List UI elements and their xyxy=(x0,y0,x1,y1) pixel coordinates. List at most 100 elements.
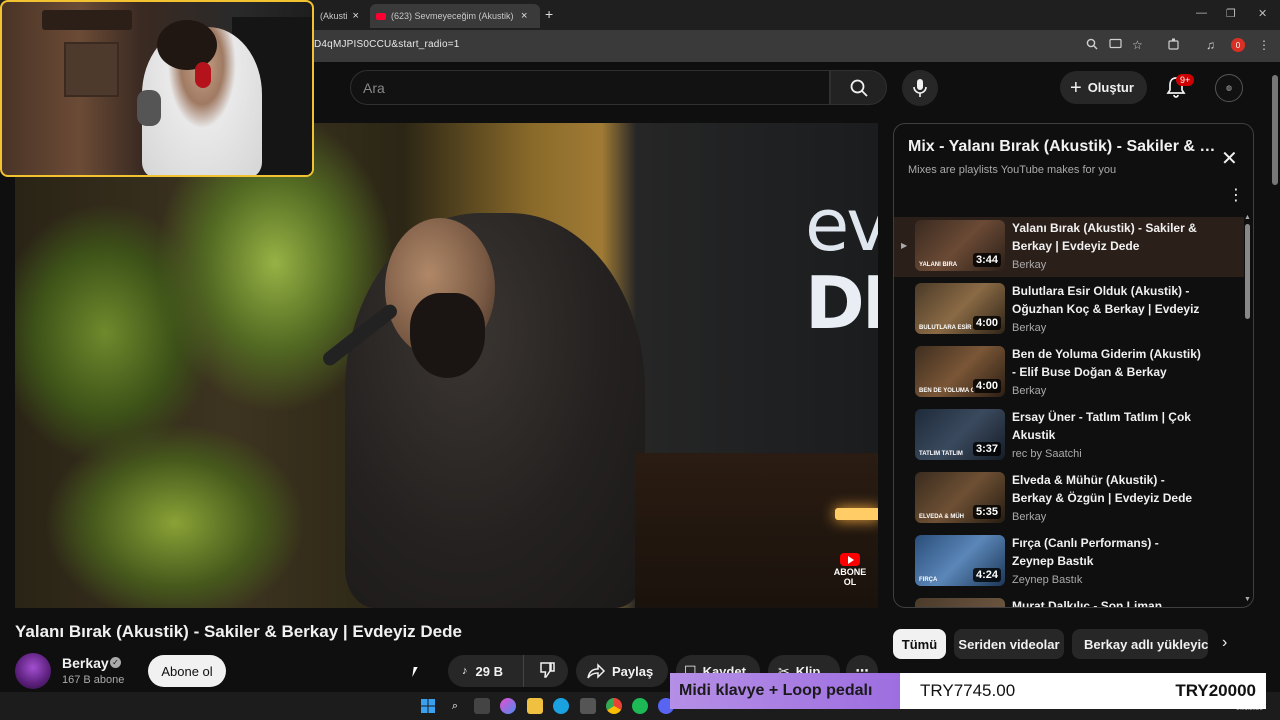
video-plant xyxy=(45,423,305,608)
chevron-right-icon[interactable]: › xyxy=(1222,634,1227,652)
video-thumbnail[interactable]: TATLIM TATLIM 3:37 xyxy=(915,409,1005,460)
store-icon[interactable] xyxy=(580,698,596,714)
cast-icon[interactable] xyxy=(1109,38,1122,53)
playlist-title[interactable]: Mix - Yalanı Bırak (Akustik) - Sakiler &… xyxy=(908,138,1218,156)
youtube-play-icon xyxy=(840,553,860,566)
webcam-streamer-hair xyxy=(157,20,217,70)
copilot-icon[interactable] xyxy=(500,698,516,714)
playlist-item-channel: rec by Saatchi xyxy=(1012,448,1082,460)
browser-tab-active[interactable]: (623) Sevmeyeceğim (Akustik) - Be × xyxy=(370,4,540,28)
tab-title: (Akusti xyxy=(320,11,348,21)
chip-all[interactable]: Tümü xyxy=(893,629,946,659)
webcam-wall-frame xyxy=(64,42,119,97)
video-thumbnail[interactable]: YALANI BIRA 3:44 xyxy=(915,220,1005,271)
playlist-item-channel: Berkay xyxy=(1012,322,1047,334)
video-title: Yalanı Bırak (Akustik) - Sakiler & Berka… xyxy=(15,622,462,641)
account-avatar[interactable]: ◍ xyxy=(1215,74,1243,102)
browser-menu-icon[interactable]: ⋮ xyxy=(1258,38,1270,52)
playlist-item[interactable]: BEN DE YOLUMA G 4:00 Ben de Yoluma Gider… xyxy=(894,343,1244,403)
close-icon[interactable]: ✕ xyxy=(1221,146,1238,171)
close-tab-icon[interactable]: × xyxy=(353,10,359,22)
subscribe-button[interactable]: Abone ol xyxy=(148,655,226,687)
chip-series[interactable]: Seriden videolar xyxy=(954,629,1064,659)
windows-start-icon[interactable] xyxy=(420,698,436,714)
channel-avatar[interactable] xyxy=(15,653,51,689)
page-scrollbar-thumb[interactable] xyxy=(1272,75,1278,185)
video-thumbnail[interactable]: BEN DE YOLUMA G 4:00 xyxy=(915,346,1005,397)
playlist-item[interactable]: ▶ YALANI BIRA 3:44 Yalanı Bırak (Akustik… xyxy=(894,217,1244,277)
close-window-icon[interactable]: ✕ xyxy=(1258,7,1267,20)
playlist-subtitle: Mixes are playlists YouTube makes for yo… xyxy=(908,164,1117,176)
like-icon: ♪ xyxy=(462,665,468,677)
donation-goal-label: Midi klavye + Loop pedalı xyxy=(670,673,900,709)
voice-search-button[interactable] xyxy=(902,70,938,106)
zoom-icon[interactable] xyxy=(1086,38,1098,53)
playlist-item-title: Yalanı Bırak (Akustik) - Sakiler & Berka… xyxy=(1012,221,1197,253)
chip-uploader[interactable]: Berkay adlı yükleyiciden xyxy=(1072,629,1208,659)
minimize-icon[interactable]: — xyxy=(1196,7,1207,19)
mouse-cursor xyxy=(412,667,422,677)
search-input[interactable] xyxy=(350,70,830,105)
headphones-icon xyxy=(195,62,211,88)
playlist-scrollbar[interactable] xyxy=(1245,224,1250,319)
playlist-item[interactable]: ELVEDA & MÜH 5:35 Elveda & Mühür (Akusti… xyxy=(894,469,1244,529)
playlist-more-icon[interactable]: ⋮ xyxy=(1228,188,1244,204)
thumbnail-label: BEN DE YOLUMA G xyxy=(919,388,976,394)
notification-count-badge: 9+ xyxy=(1176,74,1195,86)
video-thumbnail[interactable]: FIRÇA 4:24 xyxy=(915,535,1005,586)
maximize-icon[interactable]: ❐ xyxy=(1226,7,1236,20)
profile-badge[interactable]: 0 xyxy=(1231,38,1245,52)
plus-icon: + xyxy=(1070,76,1082,99)
url-field[interactable]: D4qMJPIS0CCU&start_radio=1 xyxy=(314,39,460,50)
playlist-item[interactable]: TATLIM TATLIM 3:37 Ersay Üner - Tatlım T… xyxy=(894,406,1244,466)
donation-current-amount: TRY7745.00 xyxy=(920,681,1016,700)
like-button[interactable]: ♪ 29 B xyxy=(448,655,524,687)
playlist-item-title: Elveda & Mühür (Akustik) - Berkay & Özgü… xyxy=(1012,473,1193,505)
playlist-item-title: Fırça (Canlı Performans) - Zeynep Bastık xyxy=(1012,536,1159,568)
chrome-icon[interactable] xyxy=(606,698,622,714)
create-button[interactable]: + Oluştur xyxy=(1060,71,1147,104)
webcam-overlay xyxy=(0,0,314,177)
video-thumbnail[interactable]: ELVEDA & MÜH 5:35 xyxy=(915,472,1005,523)
thumbnail-label: BULUTLARA ESİR xyxy=(919,325,972,331)
spotify-icon[interactable] xyxy=(632,698,648,714)
create-label: Oluştur xyxy=(1087,80,1134,95)
dislike-button[interactable] xyxy=(524,661,556,682)
search-button[interactable] xyxy=(830,70,887,105)
channel-name[interactable]: Berkay xyxy=(62,655,109,671)
task-view-icon[interactable] xyxy=(474,698,490,714)
thumbnail-label: FIRÇA xyxy=(919,577,938,583)
video-duration: 4:00 xyxy=(972,316,1001,330)
video-sign-text: evd xyxy=(805,183,878,267)
media-control-icon[interactable]: ♫ xyxy=(1206,38,1215,52)
video-player[interactable]: evd DE xyxy=(15,123,878,608)
like-count: 29 B xyxy=(475,663,503,679)
video-thumbnail[interactable]: BULUTLARA ESİR 4:00 xyxy=(915,283,1005,334)
playlist-item[interactable]: FIRÇA 4:24 Fırça (Canlı Performans) - Ze… xyxy=(894,532,1244,592)
search-placeholder: Ara xyxy=(363,80,385,96)
playlist-item[interactable]: Murat Dalkılıç - Son Liman xyxy=(894,595,1244,607)
playlist-item-channel: Berkay xyxy=(1012,385,1047,397)
thumbnail-label: ELVEDA & MÜH xyxy=(919,514,964,520)
verified-icon: ✓ xyxy=(110,657,121,668)
browser-tab[interactable]: (Akusti × xyxy=(314,4,364,28)
bookmark-star-icon[interactable]: ☆ xyxy=(1132,38,1143,52)
taskbar-search-icon[interactable]: ⌕ xyxy=(447,698,463,714)
extensions-icon[interactable] xyxy=(1168,38,1180,53)
file-explorer-icon[interactable] xyxy=(527,698,543,714)
new-tab-button[interactable]: + xyxy=(545,6,553,22)
video-thumbnail[interactable] xyxy=(915,598,1005,607)
watermark-text: ABONE xyxy=(833,567,867,577)
donation-progress-bar: TRY7745.00 TRY20000 xyxy=(900,673,1266,709)
scroll-up-icon[interactable]: ▲ xyxy=(1244,214,1251,221)
scroll-down-icon[interactable]: ▼ xyxy=(1244,596,1251,603)
playlist-item-channel: Zeynep Bastık xyxy=(1012,574,1083,586)
subscribe-watermark[interactable]: ABONE OL xyxy=(833,553,867,587)
share-button[interactable]: Paylaş xyxy=(576,655,668,687)
playlist-item[interactable]: BULUTLARA ESİR 4:00 Bulutlara Esir Olduk… xyxy=(894,280,1244,340)
thumbs-down-icon xyxy=(540,661,555,678)
video-duration: 5:35 xyxy=(972,505,1001,519)
video-duration: 3:37 xyxy=(972,442,1001,456)
edge-icon[interactable] xyxy=(553,698,569,714)
close-tab-icon[interactable]: × xyxy=(521,10,527,22)
